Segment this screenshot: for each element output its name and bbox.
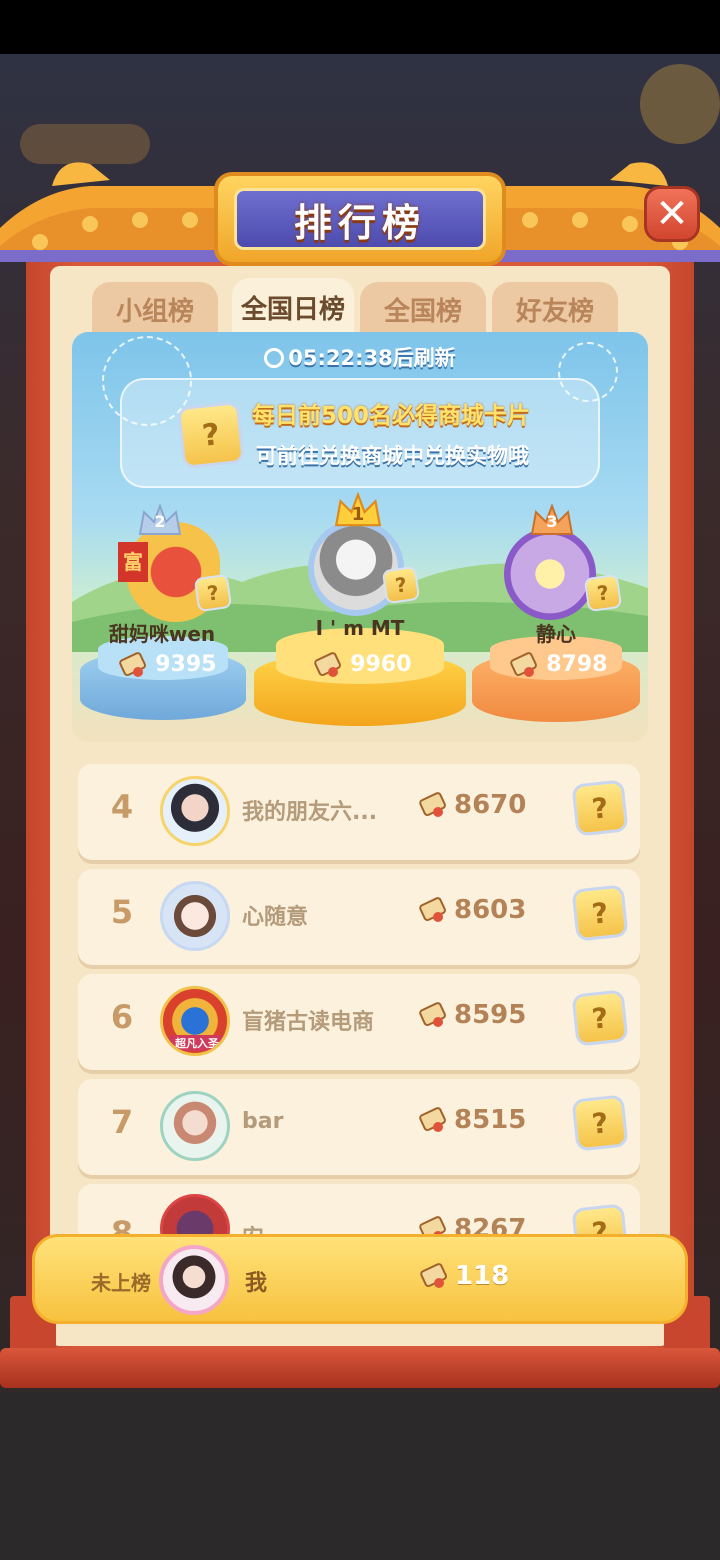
podium-score-3: 8798 bbox=[492, 650, 624, 680]
list-item[interactable]: 6 超凡入圣 盲猪古读电商 8595 ? bbox=[78, 974, 640, 1070]
close-button[interactable]: ✕ bbox=[644, 186, 700, 242]
player-name: 心随意 bbox=[242, 905, 309, 930]
list-item[interactable]: 7 bar 8515 ? bbox=[78, 1079, 640, 1175]
avatar-rank-3[interactable] bbox=[504, 528, 596, 620]
avatar[interactable] bbox=[160, 776, 230, 846]
refresh-timer: 05:22:38后刷新 bbox=[72, 342, 648, 372]
top-three-panel: 05:22:38后刷新 ? 每日前500名必得商城卡片 可前往兑换商城中兑换实物… bbox=[72, 332, 648, 742]
banner-line1: 每日前500名必得商城卡片 bbox=[252, 403, 531, 429]
tab-national-daily[interactable]: 全国日榜 bbox=[232, 278, 354, 336]
podium-name-3: 静心 bbox=[536, 622, 576, 646]
scroll-icon bbox=[419, 1261, 449, 1291]
player-name: bar bbox=[242, 1109, 284, 1134]
rank-number: 7 bbox=[110, 1103, 134, 1141]
player-name: 我的朋友六... bbox=[242, 800, 378, 825]
status-bar bbox=[0, 0, 720, 54]
my-rank-bar[interactable]: 未上榜 我 118 bbox=[32, 1234, 688, 1324]
bottom-backdrop bbox=[0, 1392, 720, 1560]
scroll-icon bbox=[418, 790, 448, 820]
podium-name-2: 甜妈咪wen bbox=[108, 622, 216, 646]
scroll-icon bbox=[418, 895, 448, 925]
rank-3-number: 3 bbox=[546, 512, 558, 531]
my-avatar[interactable] bbox=[159, 1245, 229, 1315]
list-item[interactable]: 5 心随意 8603 ? bbox=[78, 869, 640, 965]
rank-2-number: 2 bbox=[154, 512, 166, 531]
title-plaque: 排行榜 bbox=[214, 172, 506, 266]
leaderboard-screen: 排行榜 ✕ 小组榜 全国日榜 全国榜 好友榜 05:22:38后刷新 ? 每日前… bbox=[0, 0, 720, 1560]
my-score: 118 bbox=[419, 1261, 509, 1291]
mystery-card-icon: ? bbox=[193, 573, 233, 613]
rank-1-number: 1 bbox=[351, 504, 365, 525]
mystery-card-icon[interactable]: ? bbox=[571, 989, 629, 1047]
podium-score-2: 9395 bbox=[102, 650, 232, 680]
scroll-icon bbox=[118, 650, 148, 680]
mystery-card-icon: ? bbox=[381, 565, 421, 605]
avatar[interactable]: 超凡入圣 bbox=[160, 986, 230, 1056]
scroll-icon bbox=[509, 650, 539, 680]
list-item[interactable]: 4 我的朋友六... 8670 ? bbox=[78, 764, 640, 860]
scroll-icon bbox=[313, 650, 343, 680]
reward-banner: ? 每日前500名必得商城卡片 可前往兑换商城中兑换实物哦 bbox=[120, 378, 600, 488]
player-score: 8603 bbox=[418, 895, 526, 925]
avatar[interactable] bbox=[160, 1091, 230, 1161]
mystery-card-icon[interactable]: ? bbox=[571, 779, 629, 837]
player-score: 8595 bbox=[418, 1000, 526, 1030]
rank-number: 4 bbox=[110, 788, 134, 826]
my-rank-status: 未上榜 bbox=[91, 1271, 151, 1295]
close-icon: ✕ bbox=[655, 191, 689, 237]
player-score: 8515 bbox=[418, 1105, 526, 1135]
rank-number: 6 bbox=[110, 998, 134, 1036]
tab-bar: 小组榜 全国日榜 全国榜 好友榜 bbox=[92, 278, 632, 336]
clock-icon bbox=[264, 348, 285, 368]
player-name: 盲猪古读电商 bbox=[242, 1010, 375, 1035]
mystery-card-icon: ? bbox=[583, 573, 623, 613]
tab-group[interactable]: 小组榜 bbox=[92, 282, 218, 336]
tab-friends[interactable]: 好友榜 bbox=[492, 282, 618, 336]
avatar[interactable] bbox=[160, 881, 230, 951]
mystery-card-icon[interactable]: ? bbox=[571, 1094, 629, 1152]
mystery-card-icon: ? bbox=[176, 400, 246, 470]
podium-name-1: I ' m MT bbox=[315, 616, 405, 640]
scroll-icon bbox=[418, 1000, 448, 1030]
banner-line2: 可前往兑换商城中兑换实物哦 bbox=[256, 444, 529, 468]
podium-score-1: 9960 bbox=[292, 650, 432, 680]
scroll-icon bbox=[418, 1105, 448, 1135]
player-score: 8670 bbox=[418, 790, 526, 820]
mystery-card-icon[interactable]: ? bbox=[571, 884, 629, 942]
my-name: 我 bbox=[245, 1271, 268, 1296]
tab-national[interactable]: 全国榜 bbox=[360, 282, 486, 336]
page-title: 排行榜 bbox=[293, 200, 426, 245]
rank-number: 5 bbox=[110, 893, 134, 931]
